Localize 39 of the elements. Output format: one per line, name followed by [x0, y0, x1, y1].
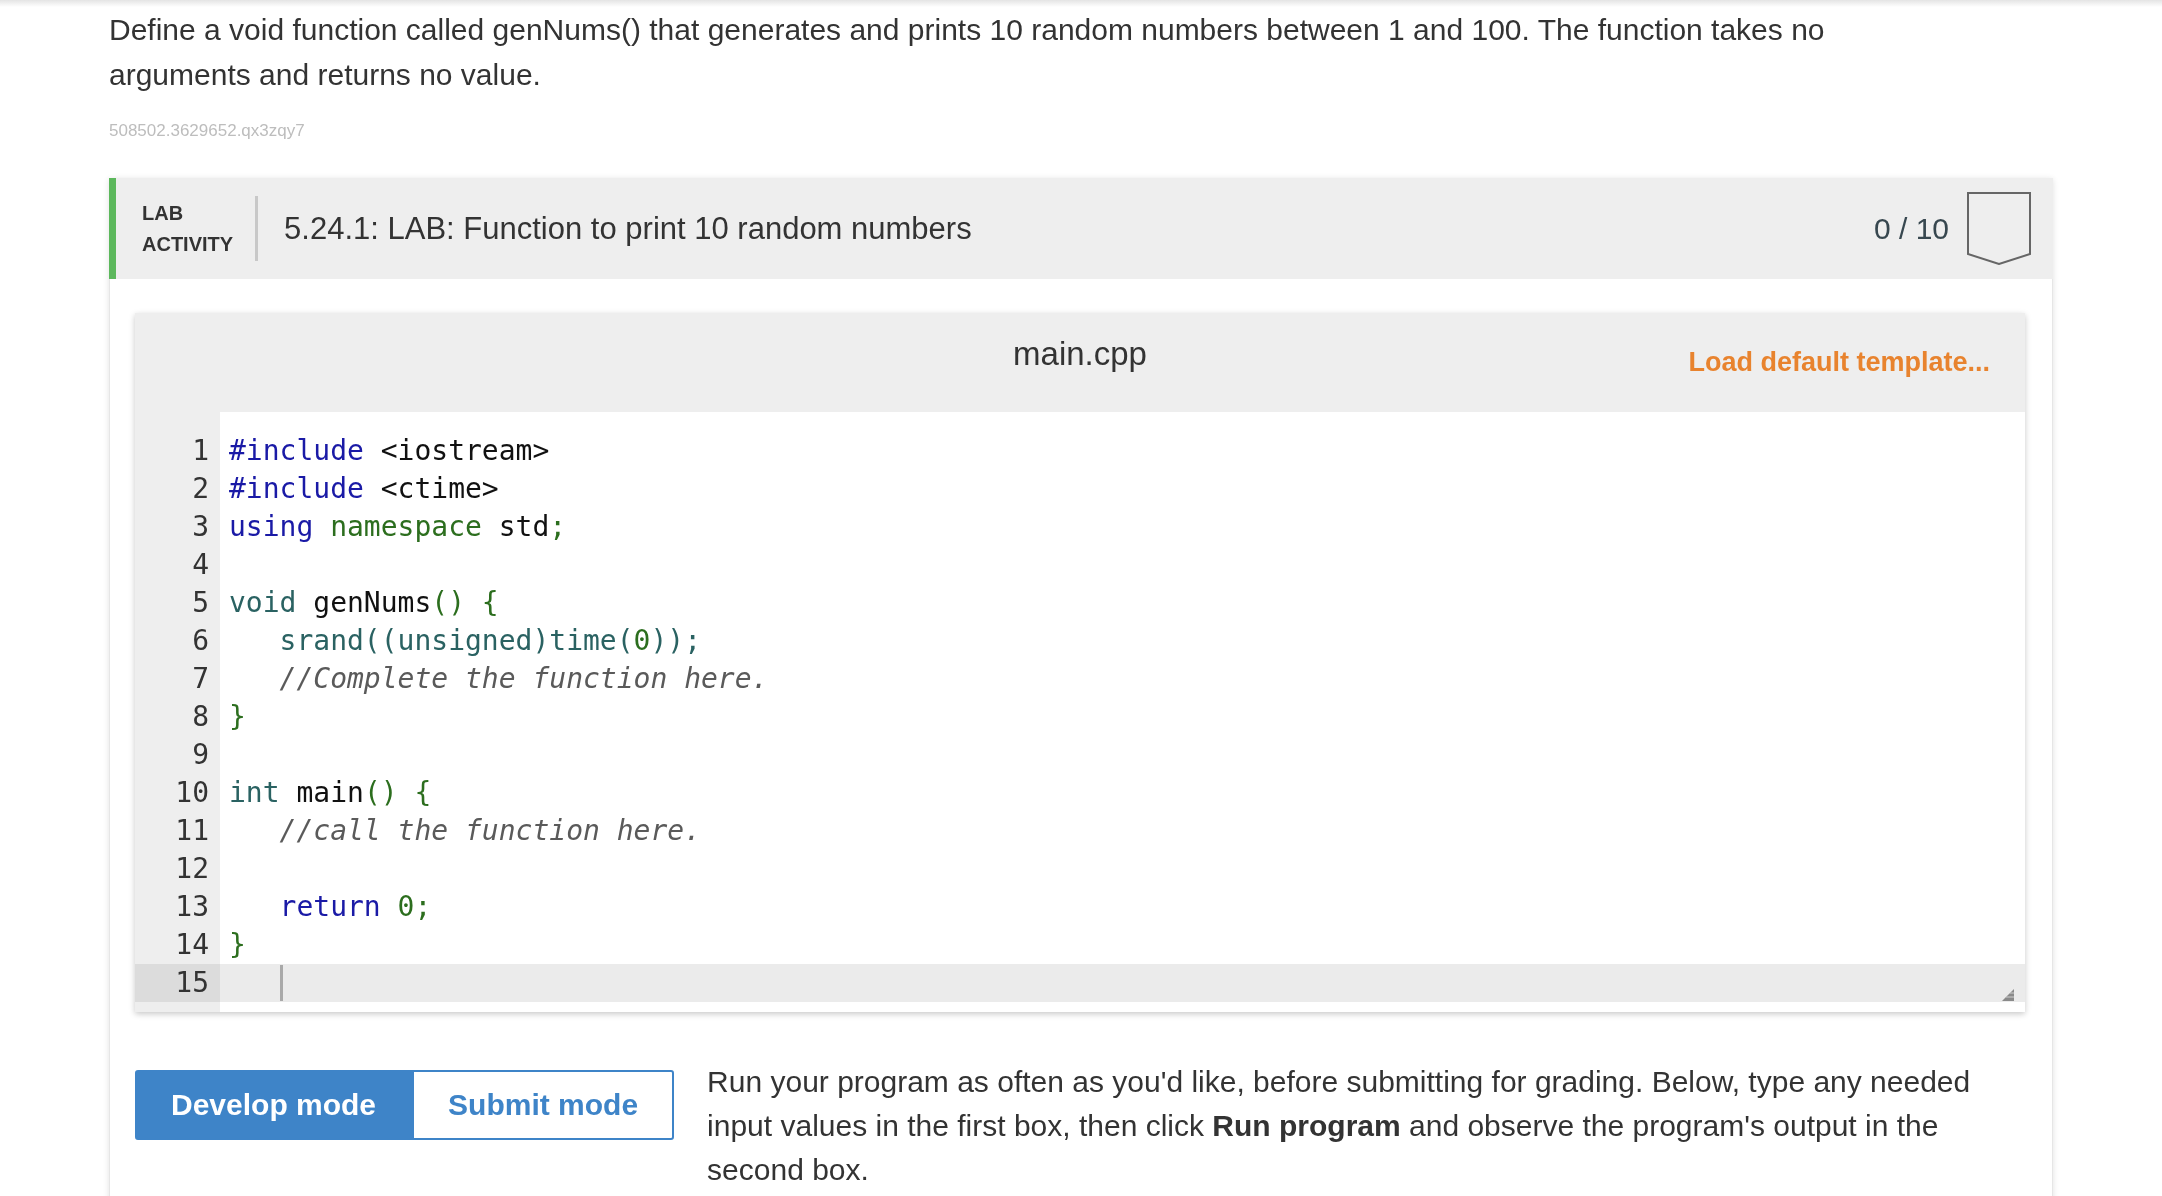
question-id: 508502.3629652.qx3zqy7 [109, 120, 306, 142]
lab-title: 5.24.1: LAB: Function to print 10 random numbers [284, 210, 973, 247]
line-number: 12 [174, 851, 210, 887]
mode-button[interactable]: Submit mode [412, 1070, 675, 1140]
code-line: srand((unsigned)time(0)); [279, 623, 701, 659]
activity-label: LAB ACTIVITY [142, 200, 234, 257]
line-number: 14 [174, 927, 210, 963]
mode-button[interactable]: Develop mode [135, 1070, 413, 1140]
code-line: #include <ctime> [229, 471, 499, 507]
code-line: void genNums() { [229, 585, 499, 621]
line-number: 7 [191, 661, 210, 697]
line-number: 9 [191, 737, 210, 773]
code-line: int main() { [229, 775, 432, 811]
score-text: 0 / 10 [1873, 211, 1949, 246]
code-line: return 0; [279, 889, 432, 925]
line-number: 4 [191, 547, 210, 583]
code-line: using namespace std; [229, 509, 567, 545]
shield-icon [1967, 192, 2031, 265]
code-line: } [229, 927, 246, 963]
line-number: 8 [191, 699, 210, 735]
file-name: main.cpp [1013, 334, 1147, 374]
code-line: #include <iostream> [229, 433, 550, 469]
line-number: 5 [191, 585, 210, 621]
line-number: 15 [135, 964, 220, 1002]
instructions-text: Run your program as often as you'd like, before submitting for grading. Below, type any needed input values in the first box, then click Run program and observe the program's output in the second box. [707, 1064, 1972, 1188]
line-number: 6 [191, 623, 210, 659]
resize-grip-icon[interactable] [2001, 988, 2015, 1002]
text-cursor [279, 965, 283, 1001]
code-line: //Complete the function here. [279, 661, 769, 697]
line-number: 13 [174, 889, 210, 925]
line-number: 2 [191, 471, 210, 507]
code-line: //call the function here. [279, 813, 701, 849]
load-template-link[interactable]: Load default template... [1688, 347, 2025, 378]
question-text: Define a void function called genNums() that generates and prints 10 random numbers between 1 and 100. The function takes no arguments and returns no value. [109, 12, 1826, 93]
line-number: 11 [174, 813, 210, 849]
line-number: 3 [191, 509, 210, 545]
line-number: 10 [174, 775, 210, 811]
code-line: } [229, 699, 246, 735]
line-number: 1 [191, 433, 210, 469]
